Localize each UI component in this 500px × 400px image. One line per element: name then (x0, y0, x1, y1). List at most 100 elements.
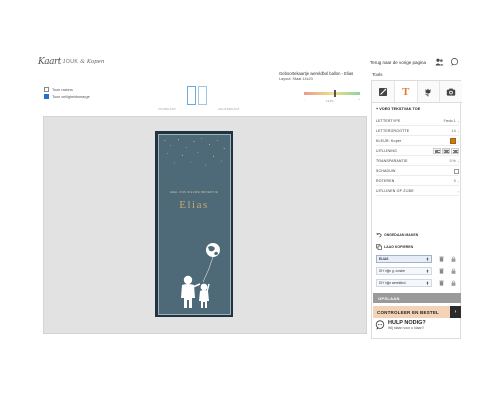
document-subtitle: Layout: Staat 14x23 (279, 77, 313, 81)
layer-item[interactable]: DIY rijtje wereldbol ▲ ▼ (376, 279, 432, 287)
layer-reorder-icon[interactable]: ▲ ▼ (426, 256, 429, 262)
layer-label: DIY rijtje g. zonder (379, 269, 406, 273)
font-size-value: 14 (451, 129, 456, 133)
page-label-back[interactable]: ACHTERKANT (218, 107, 240, 111)
card-front[interactable]: HEEL ONS NIEUWE BROERTJE Elias (157, 133, 231, 315)
lock-icon[interactable] (451, 280, 456, 286)
page-thumb-front[interactable] (187, 86, 196, 105)
tulip-icon (423, 87, 433, 97)
image-edit-icon (378, 87, 388, 97)
shadow-label: SCHADUW (376, 169, 396, 173)
logo-word: JOUK (62, 59, 79, 65)
chevron-right-icon: › (457, 178, 459, 184)
zoom-max-label: + (358, 97, 360, 101)
align-to-side-row[interactable]: UITLIJNEN OP ZIJDE › (376, 187, 459, 196)
chevron-right-icon: › (457, 118, 459, 124)
card-pre-text[interactable]: HEEL ONS NIEUWE BROERTJE (159, 191, 230, 194)
help-subtitle[interactable]: Wij staan voor u klaar!! (388, 326, 426, 330)
lock-icon[interactable] (451, 268, 456, 274)
font-size-row[interactable]: LETTERGROOTTE 14 › (376, 127, 459, 136)
arrow-right-icon: › (450, 306, 461, 318)
card-name-text[interactable]: Elias (159, 199, 230, 211)
align-right-button[interactable] (451, 148, 459, 154)
check-and-order-button[interactable]: CONTROLEER EN BESTEL › (373, 306, 461, 318)
chat-icon[interactable] (450, 58, 459, 66)
chevron-right-icon: › (457, 138, 459, 144)
zoom-value: 134% (326, 99, 334, 103)
font-family-value: Fredo 1 (443, 119, 456, 123)
alignment-buttons (433, 148, 459, 154)
shadow-row: SCHADUW (376, 167, 459, 176)
layer-item[interactable]: ELIAS ▲ ▼ (376, 255, 432, 263)
logo-word-2: & Kopen (80, 59, 105, 65)
add-text-box-button[interactable]: + VOEG TEKSTVAK TOE (376, 107, 420, 111)
site-logo[interactable]: Kaart JOUK & Kopen (38, 56, 104, 68)
document-title: Geboortekaartje wereldbol ballon - Elias (279, 71, 354, 76)
tab-image-edit[interactable] (372, 81, 395, 102)
align-center-button[interactable] (442, 148, 450, 154)
align-left-button[interactable] (433, 148, 441, 154)
layer-label: DIY rijtje wereldbol (379, 281, 406, 285)
rotate-row[interactable]: ROTEREN 0 › (376, 177, 459, 186)
card-preview[interactable]: HEEL ONS NIEUWE BROERTJE Elias (155, 131, 233, 317)
copy-layer-button[interactable]: LAAG KOPIEREN (376, 244, 413, 250)
undo-icon (376, 232, 382, 238)
show-grid-option[interactable]: Toon rasters (44, 87, 73, 92)
tab-text[interactable]: T (394, 81, 418, 102)
color-row[interactable]: KLEUR: Koper › (376, 137, 459, 146)
rotate-value: 0 (453, 179, 456, 183)
check-and-order-label: CONTROLEER EN BESTEL (377, 309, 440, 315)
page-label-front[interactable]: VOORKANT (158, 107, 176, 111)
tab-decorations[interactable] (417, 81, 441, 102)
layer-reorder-icon[interactable]: ▲ ▼ (426, 268, 429, 274)
undo-button[interactable]: ONGEDAAN MAKEN (376, 232, 418, 238)
show-grid-checkbox[interactable] (44, 87, 49, 92)
users-icon[interactable] (435, 58, 444, 66)
show-safe-margin-option[interactable]: Toon veiligheidsmarge (44, 94, 90, 99)
back-link[interactable]: Terug naar de vorige pagina (370, 60, 426, 65)
tool-tabs: T (372, 81, 462, 103)
font-family-label: LETTERTYPE (376, 119, 401, 123)
layer-item[interactable]: DIY rijtje g. zonder ▲ ▼ (376, 267, 432, 275)
children-balloon-illustration[interactable] (173, 240, 223, 312)
font-size-value-wrap: 14 › (452, 129, 459, 134)
trash-icon[interactable] (439, 256, 444, 262)
layer-reorder-icon[interactable]: ▲ ▼ (426, 280, 429, 286)
chevron-right-icon: › (457, 128, 459, 134)
stars-decoration (163, 137, 225, 165)
tab-photo[interactable] (440, 81, 462, 102)
show-safe-margin-checkbox[interactable] (44, 94, 49, 99)
camera-icon (446, 87, 456, 97)
tools-label: Tools (372, 72, 383, 77)
chevron-right-icon: › (457, 188, 459, 194)
save-button[interactable]: OPSLAAN (373, 293, 461, 303)
font-size-label: LETTERGROOTTE (376, 129, 410, 133)
trash-icon[interactable] (439, 268, 444, 274)
rotate-label: ROTEREN (376, 179, 395, 183)
rotate-value-wrap: 0 › (454, 179, 459, 184)
chevron-right-icon: › (457, 158, 459, 164)
font-family-row[interactable]: LETTERTYPE Fredo 1 › (376, 117, 459, 126)
font-family-value-wrap: Fredo 1 › (444, 119, 459, 124)
help-text: HULP NODIG? Wij staan voor u klaar!! (388, 320, 426, 330)
zoom-track[interactable] (304, 92, 360, 95)
text-tab-icon: T (401, 85, 410, 98)
color-swatch[interactable] (449, 138, 456, 144)
help-block[interactable]: HULP NODIG? Wij staan voor u klaar!! (375, 320, 426, 330)
show-grid-label: Toon rasters (52, 87, 73, 92)
align-to-side-label: UITLIJNEN OP ZIJDE (376, 189, 414, 193)
transparency-row[interactable]: TRANSPARANTIE 0 % › (376, 157, 459, 166)
shadow-checkbox[interactable] (454, 168, 459, 174)
alignment-row: UITLIJNING (376, 147, 459, 156)
copy-layer-label: LAAG KOPIEREN (384, 245, 414, 249)
zoom-handle[interactable] (334, 90, 337, 97)
alignment-label: UITLIJNING (376, 149, 398, 153)
page-thumb-back[interactable] (198, 86, 207, 105)
page-selector (187, 86, 207, 105)
trash-icon[interactable] (439, 280, 444, 286)
color-label: KLEUR: Koper (376, 139, 402, 143)
copy-icon (376, 244, 382, 250)
logo-script: Kaart (38, 57, 61, 67)
lock-icon[interactable] (451, 256, 456, 262)
layer-label: ELIAS (379, 257, 389, 261)
